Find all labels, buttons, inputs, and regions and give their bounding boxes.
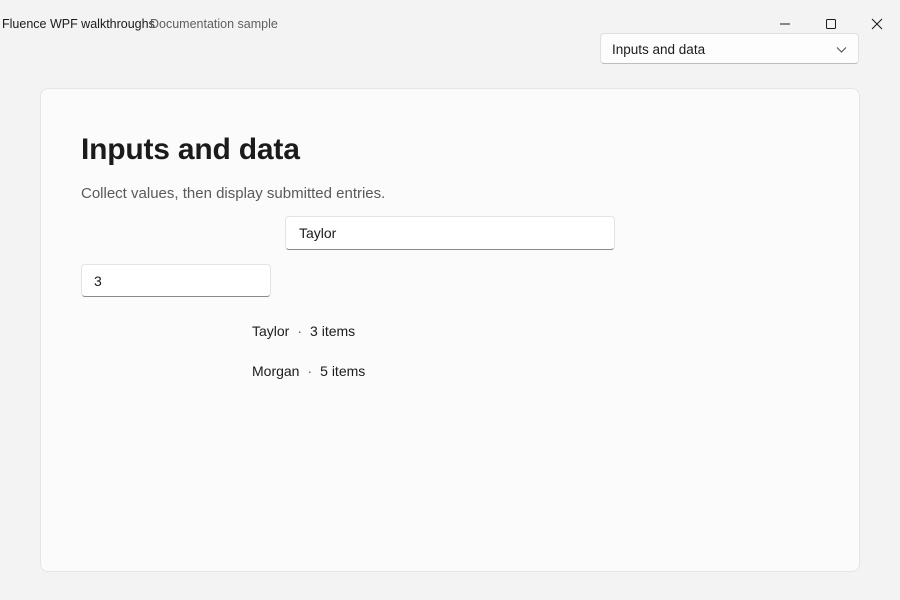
entry-items: 3 items — [310, 323, 356, 339]
close-icon — [871, 18, 883, 30]
app-subtitle: Documentation sample — [150, 17, 278, 31]
list-item: Taylor · 3 items — [252, 323, 355, 339]
entry-separator: · — [307, 363, 313, 379]
entry-name: Taylor — [252, 323, 290, 339]
minimize-icon — [780, 23, 790, 25]
name-input[interactable] — [285, 216, 615, 250]
close-button[interactable] — [862, 8, 892, 40]
page-title: Inputs and data — [81, 133, 300, 166]
quantity-input[interactable] — [81, 264, 271, 297]
maximize-icon — [826, 19, 836, 29]
list-item: Morgan · 5 items — [252, 363, 365, 379]
page-selector-dropdown[interactable]: Inputs and data — [600, 33, 859, 64]
chevron-down-icon — [836, 47, 847, 53]
page-selector-value: Inputs and data — [612, 42, 706, 57]
entry-items: 5 items — [320, 363, 366, 379]
entry-separator: · — [297, 323, 303, 339]
content-card: Inputs and data Collect values, then dis… — [40, 88, 860, 572]
app-title: Fluence WPF walkthroughs — [2, 17, 155, 31]
app-window: Fluence WPF walkthroughs Documentation s… — [0, 0, 900, 600]
entry-name: Morgan — [252, 363, 300, 379]
page-description: Collect values, then display submitted e… — [81, 185, 386, 202]
